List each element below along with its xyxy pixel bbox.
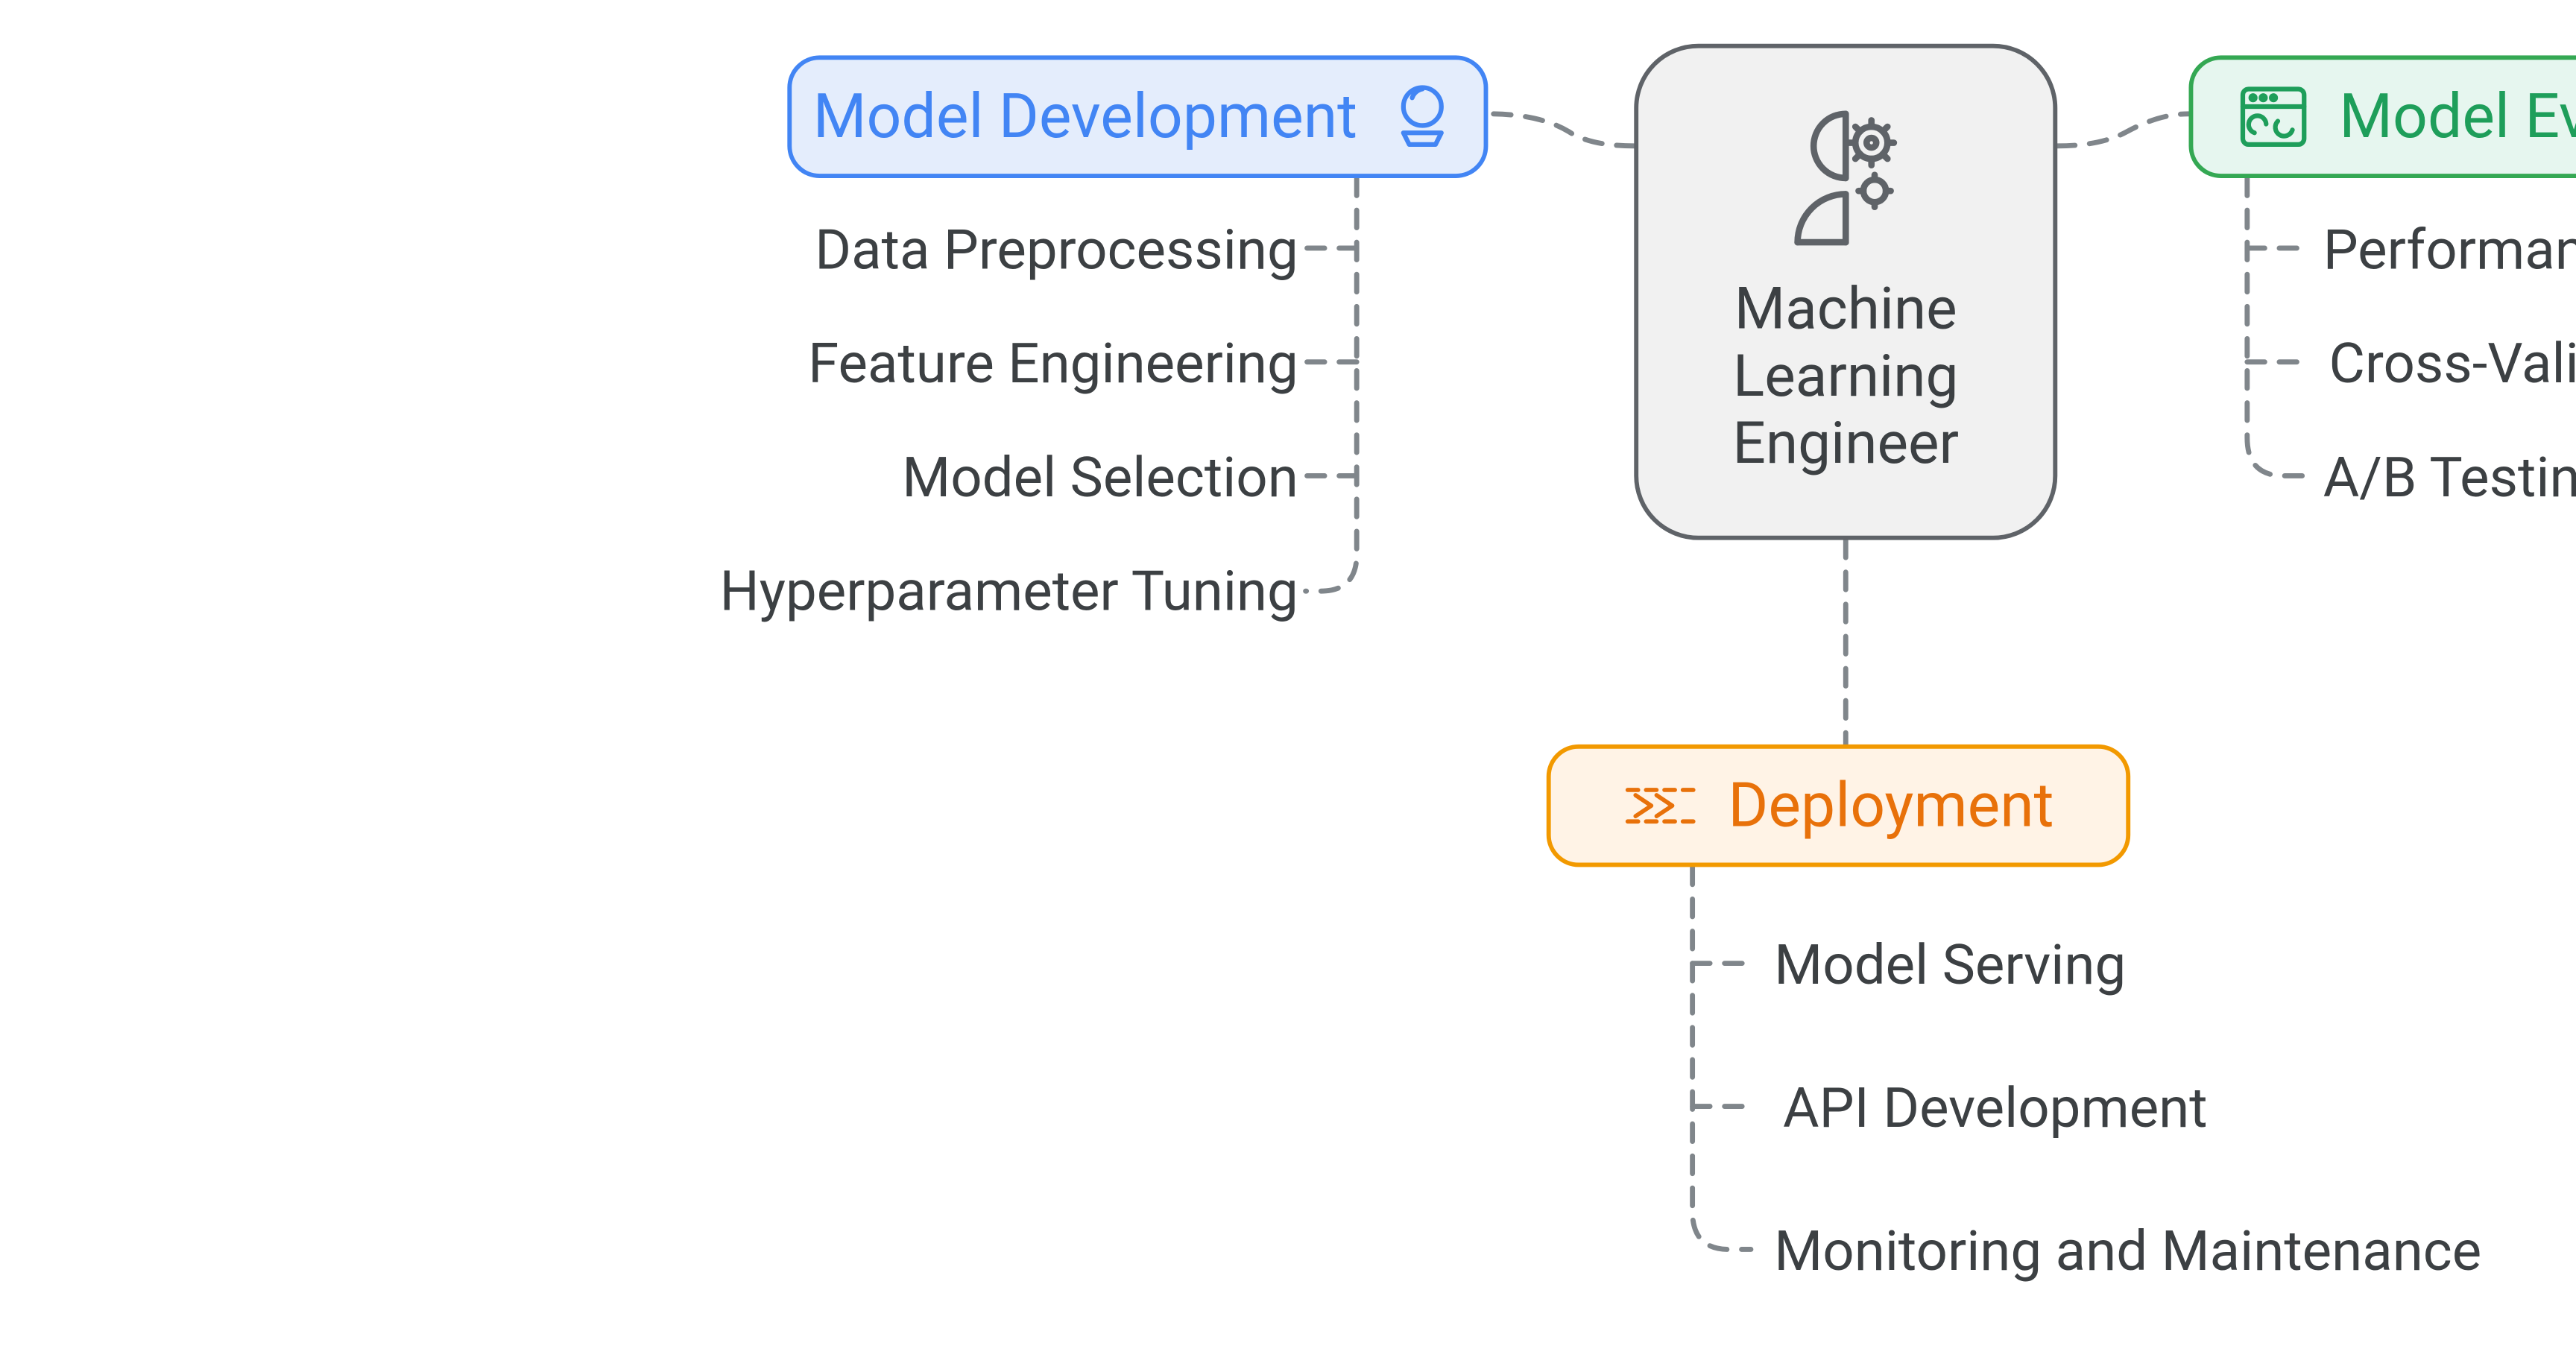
engineer-gear-icon bbox=[1758, 98, 1933, 258]
crystal-ball-icon bbox=[1383, 78, 1462, 157]
center-title-l3: Engineer bbox=[1732, 408, 1959, 477]
branch-model-development: Model Development bbox=[787, 55, 1488, 178]
pipeline-arrows-icon bbox=[1623, 766, 1702, 845]
browser-metrics-icon bbox=[2234, 78, 2313, 157]
center-title: Machine Learning Engineer bbox=[1732, 276, 1959, 477]
eval-child-2: A/B Testing bbox=[2323, 446, 2576, 510]
deploy-child-1: API Development bbox=[1783, 1077, 2208, 1141]
branch-label: Deployment bbox=[1728, 770, 2053, 841]
branch-model-evaluation: Model Evaluation bbox=[2189, 55, 2576, 178]
branch-deployment: Deployment bbox=[1547, 745, 2130, 867]
branch-label: Model Evaluation bbox=[2339, 81, 2576, 153]
deploy-child-2: Monitoring and Maintenance bbox=[1774, 1220, 2481, 1284]
center-title-l2: Learning bbox=[1733, 341, 1958, 410]
dev-child-0: Data Preprocessing bbox=[815, 219, 1298, 283]
dev-child-3: Hyperparameter Tuning bbox=[720, 560, 1298, 625]
center-node: Machine Learning Engineer bbox=[1634, 44, 2057, 540]
dev-child-1: Feature Engineering bbox=[808, 333, 1298, 397]
center-title-l1: Machine bbox=[1734, 274, 1957, 343]
dev-child-2: Model Selection bbox=[902, 446, 1298, 510]
eval-child-1: Cross-Validation bbox=[2329, 333, 2576, 397]
deploy-child-0: Model Serving bbox=[1774, 934, 2126, 998]
diagram-stage: Machine Learning Engineer Model Developm… bbox=[729, 0, 2576, 1372]
branch-label: Model Development bbox=[813, 81, 1357, 153]
eval-child-0: Performance Metrics bbox=[2323, 219, 2576, 283]
